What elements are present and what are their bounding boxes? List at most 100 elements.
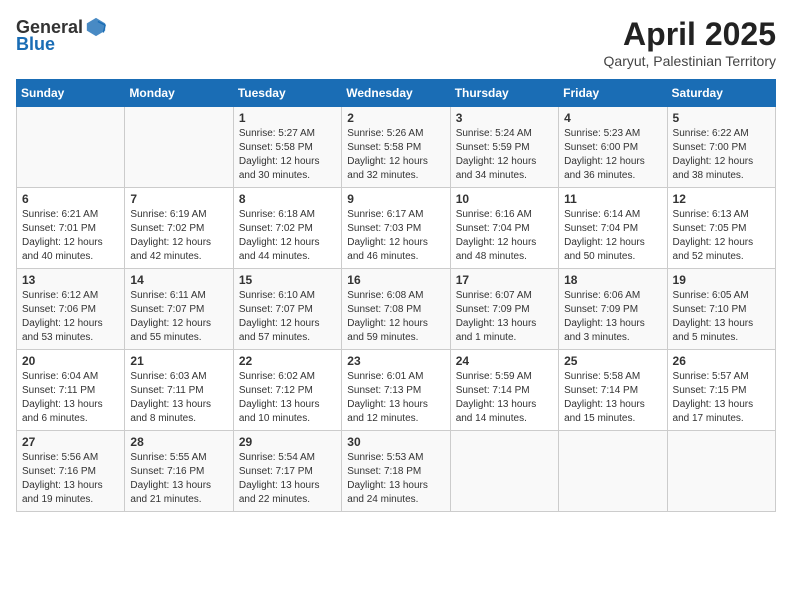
calendar-cell: 23 Sunrise: 6:01 AM Sunset: 7:13 PM Dayli… [342,350,450,431]
calendar-cell: 4 Sunrise: 5:23 AM Sunset: 6:00 PM Daylig… [559,107,667,188]
day-number: 27 [22,435,119,449]
calendar-cell: 27 Sunrise: 5:56 AM Sunset: 7:16 PM Dayli… [17,431,125,512]
day-number: 29 [239,435,336,449]
calendar-cell [125,107,233,188]
day-info: Sunrise: 5:54 AM Sunset: 7:17 PM Dayligh… [239,451,336,507]
calendar-day-header: Wednesday [342,80,450,107]
day-info: Sunrise: 6:16 AM Sunset: 7:04 PM Dayligh… [456,208,553,264]
day-number: 30 [347,435,444,449]
calendar-week-row: 20 Sunrise: 6:04 AM Sunset: 7:11 PM Dayli… [17,350,776,431]
calendar-cell: 26 Sunrise: 5:57 AM Sunset: 7:15 PM Dayli… [667,350,775,431]
day-number: 14 [130,273,227,287]
calendar-header: SundayMondayTuesdayWednesdayThursdayFrid… [17,80,776,107]
day-info: Sunrise: 5:23 AM Sunset: 6:00 PM Dayligh… [564,127,661,183]
calendar-title: April 2025 [604,16,776,53]
day-info: Sunrise: 5:55 AM Sunset: 7:16 PM Dayligh… [130,451,227,507]
calendar-cell: 19 Sunrise: 6:05 AM Sunset: 7:10 PM Dayli… [667,269,775,350]
day-info: Sunrise: 6:11 AM Sunset: 7:07 PM Dayligh… [130,289,227,345]
calendar-cell: 11 Sunrise: 6:14 AM Sunset: 7:04 PM Dayli… [559,188,667,269]
calendar-cell: 21Sunrise: 6:03 AM Sunset: 7:11 PM Dayli… [125,350,233,431]
day-info: Sunrise: 5:53 AM Sunset: 7:18 PM Dayligh… [347,451,444,507]
day-info: Sunrise: 5:26 AM Sunset: 5:58 PM Dayligh… [347,127,444,183]
calendar-cell: 18 Sunrise: 6:06 AM Sunset: 7:09 PM Dayli… [559,269,667,350]
calendar-cell: 29 Sunrise: 5:54 AM Sunset: 7:17 PM Dayli… [233,431,341,512]
calendar-cell: 16 Sunrise: 6:08 AM Sunset: 7:08 PM Dayli… [342,269,450,350]
calendar-cell: 15 Sunrise: 6:10 AM Sunset: 7:07 PM Dayli… [233,269,341,350]
day-info: Sunrise: 5:59 AM Sunset: 7:14 PM Dayligh… [456,370,553,426]
calendar-cell: 24 Sunrise: 5:59 AM Sunset: 7:14 PM Dayli… [450,350,558,431]
day-info: Sunrise: 6:10 AM Sunset: 7:07 PM Dayligh… [239,289,336,345]
calendar-cell: 9 Sunrise: 6:17 AM Sunset: 7:03 PM Daylig… [342,188,450,269]
day-number: 19 [673,273,770,287]
day-info: Sunrise: 6:12 AM Sunset: 7:06 PM Dayligh… [22,289,119,345]
calendar-header-row: SundayMondayTuesdayWednesdayThursdayFrid… [17,80,776,107]
day-number: 11 [564,192,661,206]
calendar-cell: 14 Sunrise: 6:11 AM Sunset: 7:07 PM Dayli… [125,269,233,350]
day-number: 22 [239,354,336,368]
day-number: 13 [22,273,119,287]
calendar-day-header: Monday [125,80,233,107]
calendar-day-header: Friday [559,80,667,107]
day-number: 18 [564,273,661,287]
day-number: 9 [347,192,444,206]
day-number: 20 [22,354,119,368]
calendar-cell: 30 Sunrise: 5:53 AM Sunset: 7:18 PM Dayli… [342,431,450,512]
logo-icon [85,16,107,38]
calendar-cell: 28Sunrise: 5:55 AM Sunset: 7:16 PM Dayli… [125,431,233,512]
day-number: 2 [347,111,444,125]
calendar-day-header: Tuesday [233,80,341,107]
day-number: 26 [673,354,770,368]
day-number: 15 [239,273,336,287]
day-info: Sunrise: 5:56 AM Sunset: 7:16 PM Dayligh… [22,451,119,507]
day-info: Sunrise: 5:27 AM Sunset: 5:58 PM Dayligh… [239,127,336,183]
day-info: Sunrise: 6:02 AM Sunset: 7:12 PM Dayligh… [239,370,336,426]
calendar-cell: 8 Sunrise: 6:18 AM Sunset: 7:02 PM Daylig… [233,188,341,269]
day-number: 6 [22,192,119,206]
day-info: Sunrise: 6:14 AM Sunset: 7:04 PM Dayligh… [564,208,661,264]
day-info: Sunrise: 6:04 AM Sunset: 7:11 PM Dayligh… [22,370,119,426]
day-info: Sunrise: 6:17 AM Sunset: 7:03 PM Dayligh… [347,208,444,264]
day-info: Sunrise: 6:01 AM Sunset: 7:13 PM Dayligh… [347,370,444,426]
day-number: 24 [456,354,553,368]
day-info: Sunrise: 6:21 AM Sunset: 7:01 PM Dayligh… [22,208,119,264]
day-number: 16 [347,273,444,287]
calendar-cell [17,107,125,188]
calendar-cell: 22 Sunrise: 6:02 AM Sunset: 7:12 PM Dayli… [233,350,341,431]
calendar-cell [667,431,775,512]
calendar-cell [450,431,558,512]
day-number: 8 [239,192,336,206]
calendar-day-header: Saturday [667,80,775,107]
day-number: 1 [239,111,336,125]
calendar-week-row: 6 Sunrise: 6:21 AM Sunset: 7:01 PM Daylig… [17,188,776,269]
day-info: Sunrise: 6:05 AM Sunset: 7:10 PM Dayligh… [673,289,770,345]
calendar-cell: 20 Sunrise: 6:04 AM Sunset: 7:11 PM Dayli… [17,350,125,431]
calendar-cell: 5 Sunrise: 6:22 AM Sunset: 7:00 PM Daylig… [667,107,775,188]
day-number: 10 [456,192,553,206]
day-number: 17 [456,273,553,287]
logo-text-blue: Blue [16,34,55,55]
calendar-cell: 2 Sunrise: 5:26 AM Sunset: 5:58 PM Daylig… [342,107,450,188]
day-info: Sunrise: 6:22 AM Sunset: 7:00 PM Dayligh… [673,127,770,183]
calendar-table: SundayMondayTuesdayWednesdayThursdayFrid… [16,79,776,512]
calendar-cell: 1 Sunrise: 5:27 AM Sunset: 5:58 PM Daylig… [233,107,341,188]
calendar-cell: 7Sunrise: 6:19 AM Sunset: 7:02 PM Daylig… [125,188,233,269]
day-info: Sunrise: 6:18 AM Sunset: 7:02 PM Dayligh… [239,208,336,264]
calendar-cell: 3Sunrise: 5:24 AM Sunset: 5:59 PM Daylig… [450,107,558,188]
calendar-cell: 10 Sunrise: 6:16 AM Sunset: 7:04 PM Dayli… [450,188,558,269]
calendar-cell [559,431,667,512]
day-number: 25 [564,354,661,368]
day-number: 7 [130,192,227,206]
calendar-cell: 17Sunrise: 6:07 AM Sunset: 7:09 PM Dayli… [450,269,558,350]
logo: General Blue [16,16,107,55]
calendar-cell: 6 Sunrise: 6:21 AM Sunset: 7:01 PM Daylig… [17,188,125,269]
day-number: 23 [347,354,444,368]
calendar-subtitle: Qaryut, Palestinian Territory [604,53,776,69]
day-info: Sunrise: 6:08 AM Sunset: 7:08 PM Dayligh… [347,289,444,345]
day-info: Sunrise: 6:06 AM Sunset: 7:09 PM Dayligh… [564,289,661,345]
day-info: Sunrise: 5:58 AM Sunset: 7:14 PM Dayligh… [564,370,661,426]
calendar-cell: 13 Sunrise: 6:12 AM Sunset: 7:06 PM Dayli… [17,269,125,350]
day-info: Sunrise: 5:57 AM Sunset: 7:15 PM Dayligh… [673,370,770,426]
day-number: 4 [564,111,661,125]
day-info: Sunrise: 5:24 AM Sunset: 5:59 PM Dayligh… [456,127,553,183]
day-number: 5 [673,111,770,125]
